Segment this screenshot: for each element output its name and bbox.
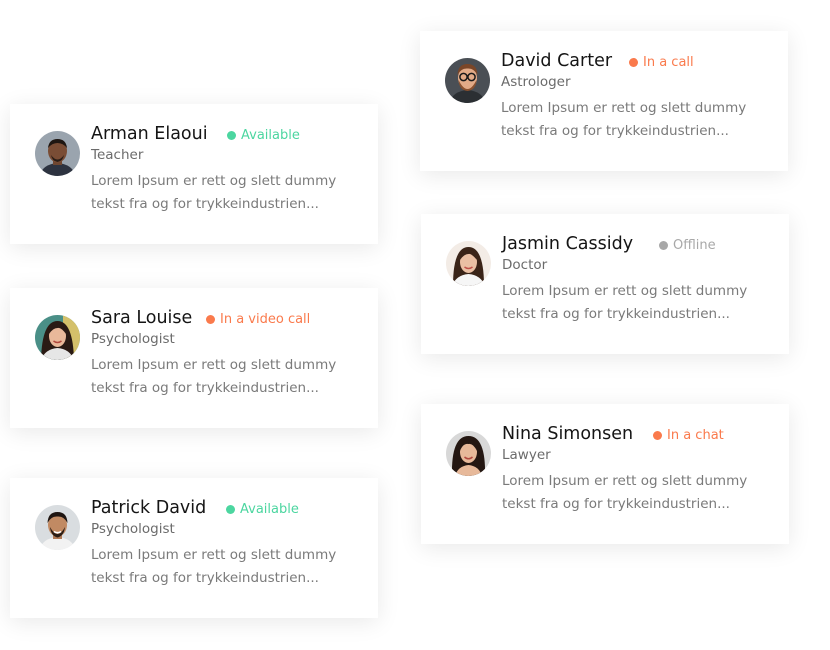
status-badge: In a call (629, 55, 694, 70)
avatar (35, 505, 80, 550)
status-dot (226, 505, 235, 514)
status-dot (659, 241, 668, 250)
contact-description: Lorem Ipsum er rett og slett dummy tekst… (501, 97, 776, 143)
description-line: tekst fra og for trykkeindustrien... (91, 570, 319, 586)
status-badge: Available (226, 502, 299, 517)
contact-name: Arman Elaoui (91, 124, 208, 144)
contact-name: Patrick David (91, 498, 207, 518)
contact-role: Psychologist (91, 331, 175, 347)
contact-card-arman-elaoui[interactable]: Arman Elaoui Available Teacher Lorem Ips… (10, 104, 378, 244)
contact-role: Psychologist (91, 521, 175, 537)
contact-name: David Carter (501, 51, 613, 71)
contact-role: Astrologer (501, 74, 571, 90)
status-badge: In a chat (653, 428, 724, 443)
avatar (446, 431, 491, 476)
description-line: Lorem Ipsum er rett og slett dummy (91, 173, 337, 189)
status-badge: In a video call (206, 312, 310, 327)
avatar (35, 315, 80, 360)
status-text: Available (241, 128, 300, 143)
status-dot (653, 431, 662, 440)
contact-role: Lawyer (502, 447, 551, 463)
avatar (35, 131, 80, 176)
description-line: Lorem Ipsum er rett og slett dummy (502, 283, 748, 299)
description-line: tekst fra og for trykkeindustrien... (91, 196, 319, 212)
description-line: tekst fra og for trykkeindustrien... (91, 380, 319, 396)
status-text: In a call (643, 55, 694, 70)
avatar (445, 58, 490, 103)
contact-name: Sara Louise (91, 308, 193, 328)
description-line: Lorem Ipsum er rett og slett dummy (91, 547, 337, 563)
contact-description: Lorem Ipsum er rett og slett dummy tekst… (502, 470, 777, 516)
status-badge: Available (227, 128, 300, 143)
contact-card-jasmin-cassidy[interactable]: Jasmin Cassidy Offline Doctor Lorem Ipsu… (421, 214, 789, 354)
contact-card-sara-louise[interactable]: Sara Louise In a video call Psychologist… (10, 288, 378, 428)
status-dot (629, 58, 638, 67)
description-line: tekst fra og for trykkeindustrien... (502, 306, 730, 322)
description-line: Lorem Ipsum er rett og slett dummy (502, 473, 748, 489)
description-line: tekst fra og for trykkeindustrien... (501, 123, 729, 139)
contact-card-david-carter[interactable]: David Carter In a call Astrologer Lorem … (420, 31, 788, 171)
contact-description: Lorem Ipsum er rett og slett dummy tekst… (91, 170, 366, 216)
status-text: In a video call (220, 312, 311, 327)
description-line: Lorem Ipsum er rett og slett dummy (501, 100, 747, 116)
description-line: tekst fra og for trykkeindustrien... (502, 496, 730, 512)
status-badge: Offline (659, 238, 716, 253)
status-text: Offline (673, 238, 716, 253)
status-text: Available (240, 502, 299, 517)
status-text: In a chat (667, 428, 724, 443)
contact-name: Jasmin Cassidy (502, 234, 634, 254)
contact-description: Lorem Ipsum er rett og slett dummy tekst… (91, 354, 366, 400)
contact-card-patrick-david[interactable]: Patrick David Available Psychologist Lor… (10, 478, 378, 618)
contact-name: Nina Simonsen (502, 424, 634, 444)
contact-description: Lorem Ipsum er rett og slett dummy tekst… (502, 280, 777, 326)
contact-role: Doctor (502, 257, 548, 273)
contact-role: Teacher (91, 147, 144, 163)
status-dot (206, 315, 215, 324)
description-line: Lorem Ipsum er rett og slett dummy (91, 357, 337, 373)
status-dot (227, 131, 236, 140)
avatar (446, 241, 491, 286)
contact-card-nina-simonsen[interactable]: Nina Simonsen In a chat Lawyer Lorem Ips… (421, 404, 789, 544)
contact-description: Lorem Ipsum er rett og slett dummy tekst… (91, 544, 366, 590)
